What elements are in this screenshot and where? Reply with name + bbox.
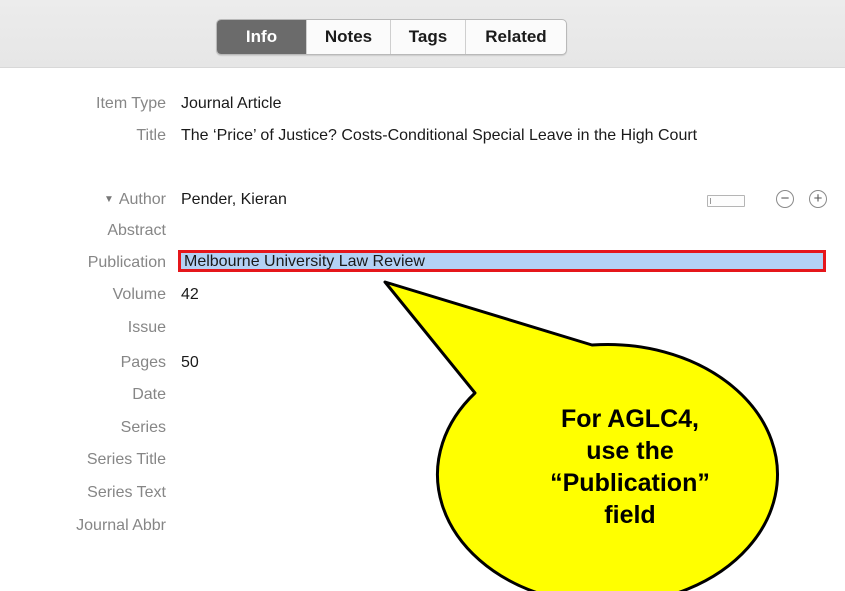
callout-line-3: “Publication” [550,469,710,497]
callout-line-4: field [604,501,656,529]
callout-line-2: use the [586,437,674,465]
callout-text: For AGLC4, use the “Publication” field [520,403,740,531]
callout-line-1: For AGLC4, [561,405,699,433]
